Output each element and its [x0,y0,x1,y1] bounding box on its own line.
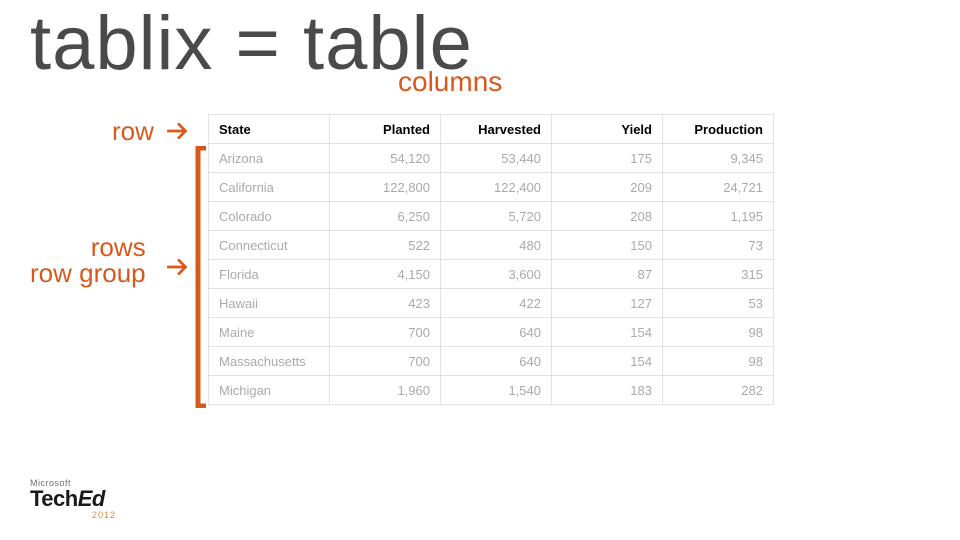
table-row: Colorado 6,250 5,720 208 1,195 [209,202,774,231]
cell-production: 24,721 [663,173,774,202]
cell-harvested: 422 [441,289,552,318]
label-rows-group: rows row group [30,234,146,286]
tablix-table: State Planted Harvested Yield Production… [208,114,774,405]
table-row: Florida 4,150 3,600 87 315 [209,260,774,289]
cell-harvested: 640 [441,318,552,347]
footer-brand-main-b: Ed [78,486,105,511]
cell-production: 53 [663,289,774,318]
cell-yield: 183 [552,376,663,405]
cell-yield: 209 [552,173,663,202]
label-columns: columns [398,66,502,98]
cell-state: Colorado [209,202,330,231]
cell-production: 282 [663,376,774,405]
cell-planted: 6,250 [330,202,441,231]
cell-production: 98 [663,318,774,347]
table-header-row: State Planted Harvested Yield Production [209,115,774,144]
footer-logo: Microsoft TechEd 2012 [30,478,116,520]
table-row: Connecticut 522 480 150 73 [209,231,774,260]
cell-planted: 54,120 [330,144,441,173]
cell-production: 73 [663,231,774,260]
footer-brand-main-a: Tech [30,486,78,511]
bracket-icon [194,146,208,408]
table-row: Arizona 54,120 53,440 175 9,345 [209,144,774,173]
table-row: Hawaii 423 422 127 53 [209,289,774,318]
col-planted: Planted [330,115,441,144]
table-row: Massachusetts 700 640 154 98 [209,347,774,376]
cell-production: 1,195 [663,202,774,231]
cell-production: 9,345 [663,144,774,173]
label-row: row [112,116,154,147]
arrow-right-icon [165,118,191,144]
cell-harvested: 122,400 [441,173,552,202]
col-production: Production [663,115,774,144]
table-row: Maine 700 640 154 98 [209,318,774,347]
cell-yield: 175 [552,144,663,173]
table-row: California 122,800 122,400 209 24,721 [209,173,774,202]
cell-state: California [209,173,330,202]
footer-brand-main: TechEd [30,488,116,510]
cell-harvested: 3,600 [441,260,552,289]
cell-state: Arizona [209,144,330,173]
cell-state: Connecticut [209,231,330,260]
cell-yield: 154 [552,318,663,347]
cell-state: Michigan [209,376,330,405]
cell-harvested: 53,440 [441,144,552,173]
col-yield: Yield [552,115,663,144]
cell-planted: 700 [330,318,441,347]
cell-yield: 87 [552,260,663,289]
cell-harvested: 480 [441,231,552,260]
cell-planted: 4,150 [330,260,441,289]
cell-production: 315 [663,260,774,289]
cell-state: Hawaii [209,289,330,318]
cell-planted: 1,960 [330,376,441,405]
arrow-right-icon [165,254,191,280]
cell-state: Florida [209,260,330,289]
cell-yield: 154 [552,347,663,376]
cell-yield: 208 [552,202,663,231]
cell-state: Maine [209,318,330,347]
col-harvested: Harvested [441,115,552,144]
cell-production: 98 [663,347,774,376]
col-state: State [209,115,330,144]
cell-harvested: 1,540 [441,376,552,405]
cell-planted: 522 [330,231,441,260]
cell-yield: 150 [552,231,663,260]
cell-yield: 127 [552,289,663,318]
footer-year: 2012 [30,510,116,520]
label-rows: rows [30,234,146,260]
cell-harvested: 5,720 [441,202,552,231]
cell-harvested: 640 [441,347,552,376]
cell-planted: 700 [330,347,441,376]
table-row: Michigan 1,960 1,540 183 282 [209,376,774,405]
cell-planted: 423 [330,289,441,318]
cell-planted: 122,800 [330,173,441,202]
cell-state: Massachusetts [209,347,330,376]
label-row-group: row group [30,260,146,286]
